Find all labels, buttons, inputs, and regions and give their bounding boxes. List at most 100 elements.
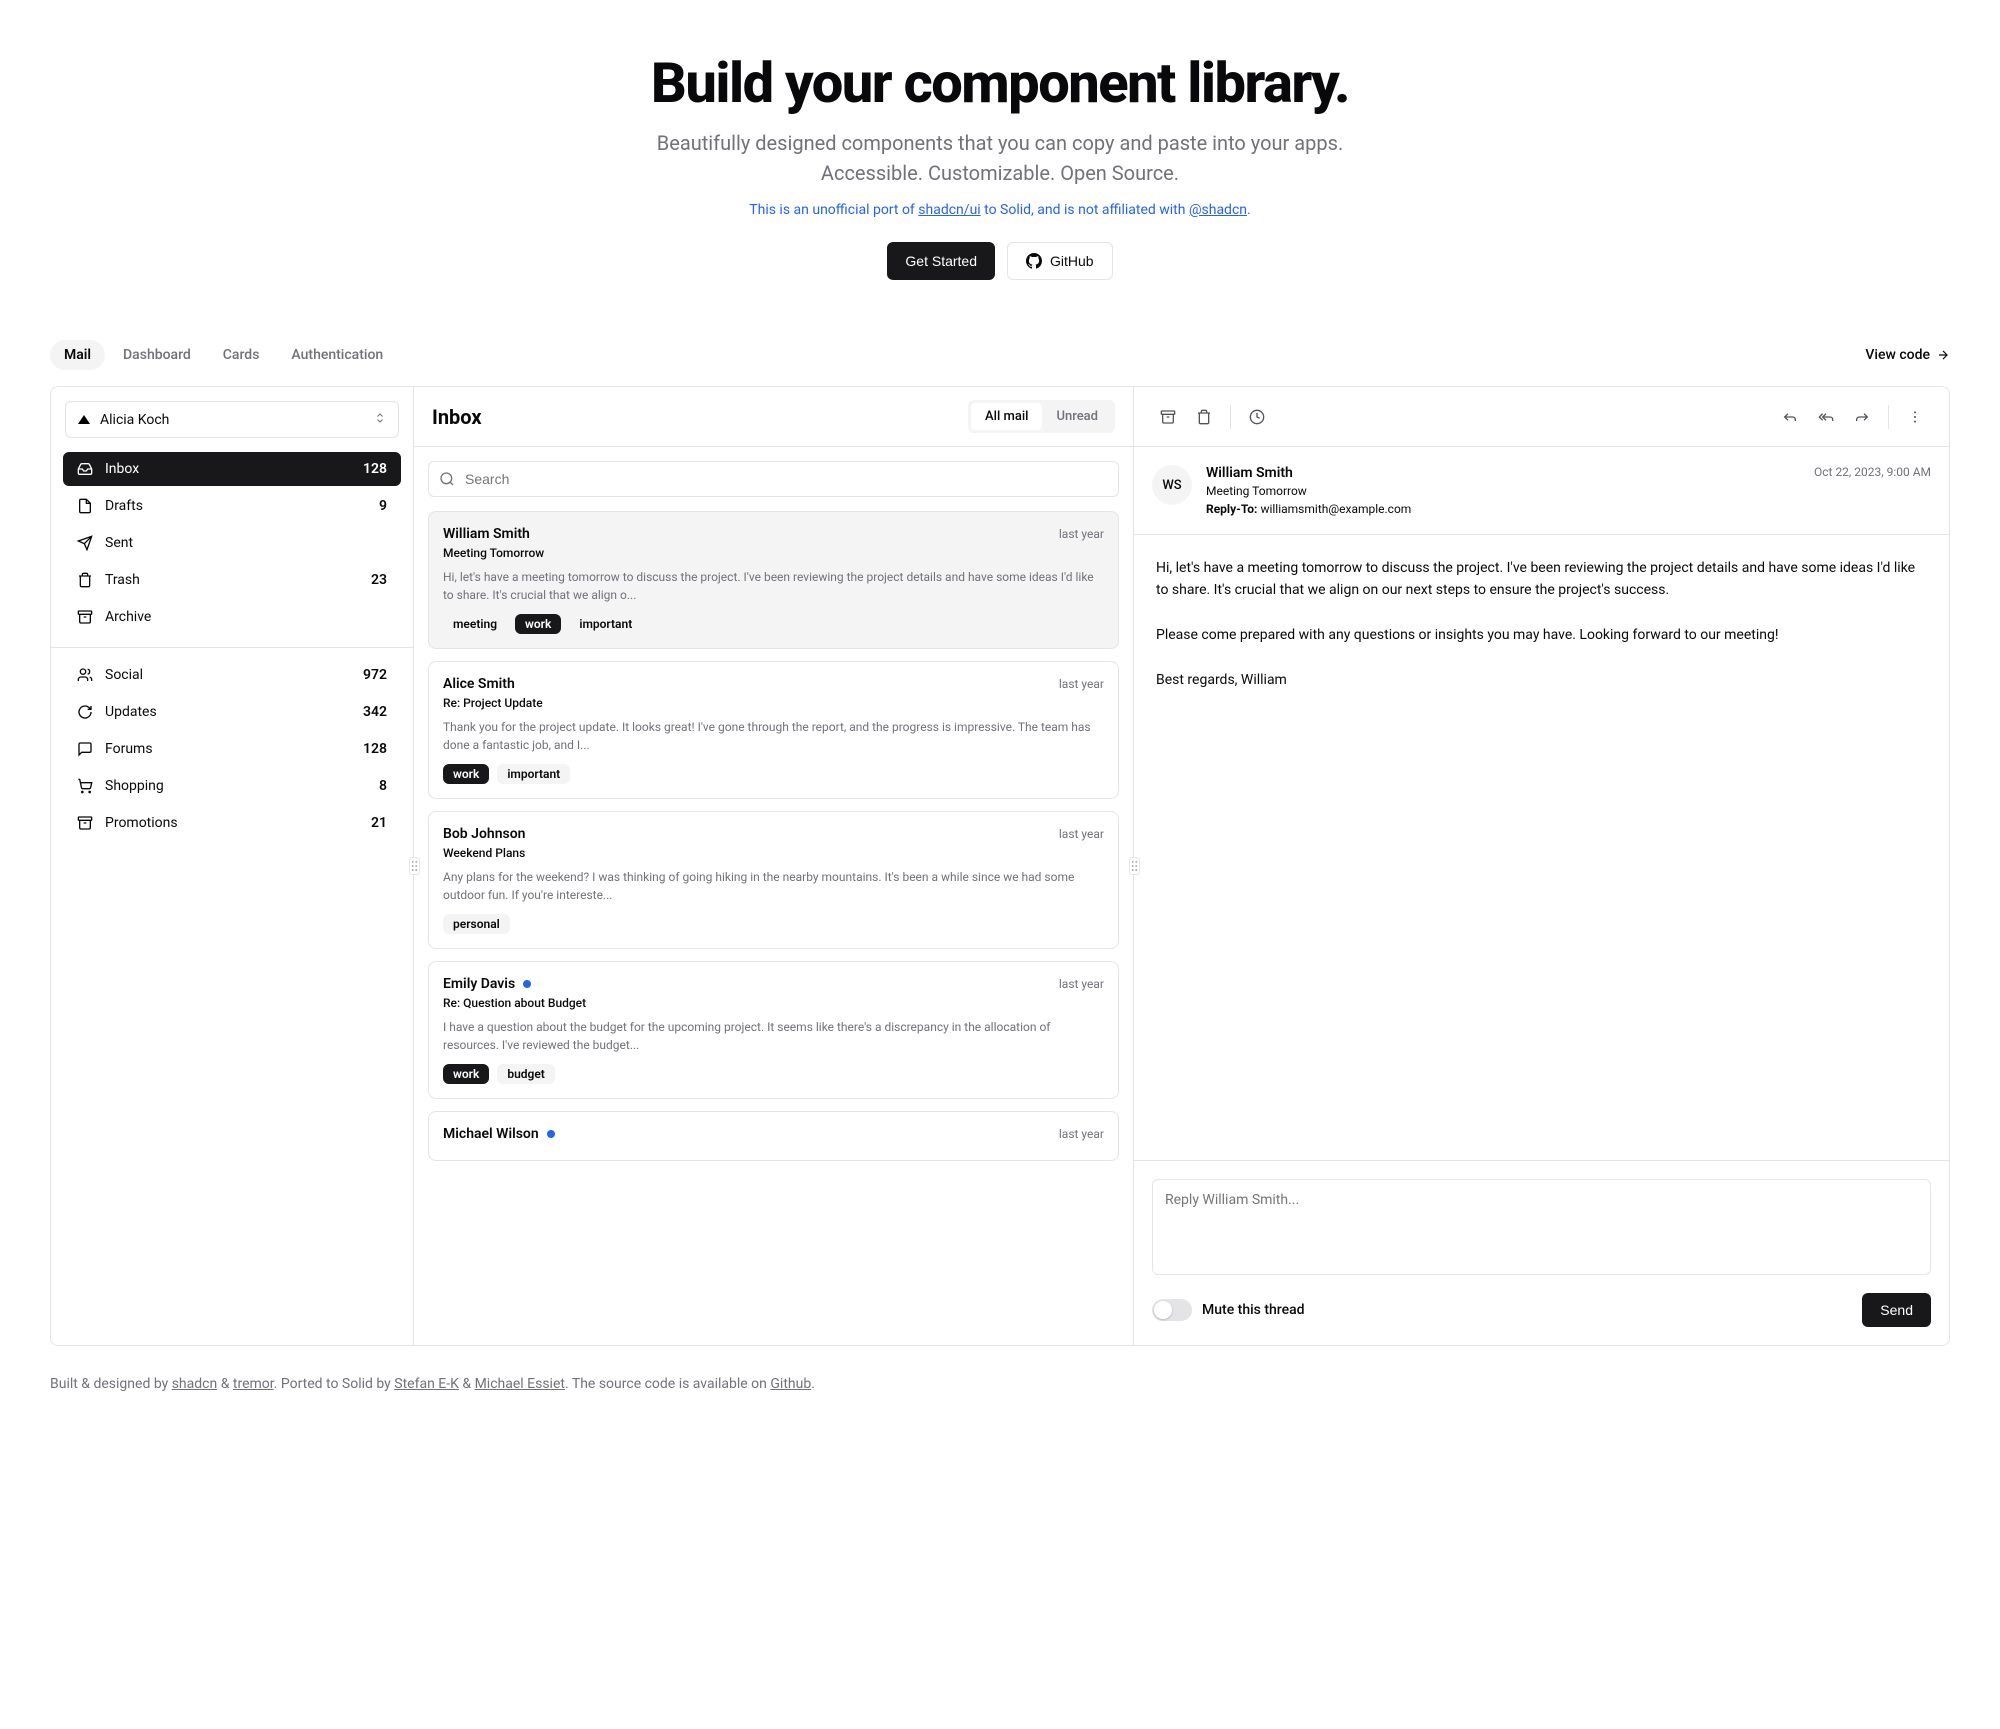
resize-handle-left[interactable] bbox=[409, 857, 420, 875]
mail-subject: Meeting Tomorrow bbox=[443, 546, 1104, 560]
reply-button[interactable] bbox=[1772, 399, 1808, 435]
mail-preview: Thank you for the project update. It loo… bbox=[443, 718, 1104, 754]
footer-tremor-link[interactable]: tremor bbox=[233, 1376, 274, 1392]
forums-icon bbox=[77, 741, 93, 757]
snooze-button[interactable] bbox=[1239, 399, 1275, 435]
sidebar-item-trash[interactable]: Trash23 bbox=[63, 563, 401, 597]
github-icon bbox=[1026, 253, 1042, 269]
account-name: Alicia Koch bbox=[100, 412, 169, 428]
sidebar-item-count: 128 bbox=[363, 461, 387, 477]
footer-shadcn-link[interactable]: shadcn bbox=[172, 1376, 218, 1392]
mail-item[interactable]: Michael Wilson last year bbox=[428, 1111, 1119, 1161]
footer-github-link[interactable]: Github bbox=[770, 1376, 811, 1392]
sidebar-item-inbox[interactable]: Inbox128 bbox=[63, 452, 401, 486]
clock-icon bbox=[1249, 409, 1265, 425]
github-button[interactable]: GitHub bbox=[1007, 242, 1113, 280]
sidebar-item-promotions[interactable]: Promotions 21 bbox=[63, 806, 401, 840]
hero-port-note: This is an unofficial port of shadcn/ui … bbox=[50, 202, 1950, 218]
more-vertical-icon bbox=[1907, 409, 1923, 425]
seg-all-mail[interactable]: All mail bbox=[971, 403, 1042, 430]
mail-subject: Re: Question about Budget bbox=[443, 996, 1104, 1010]
tab-mail[interactable]: Mail bbox=[50, 340, 105, 370]
shadcn-link[interactable]: @shadcn bbox=[1189, 202, 1247, 218]
account-switcher[interactable]: Alicia Koch bbox=[65, 401, 399, 438]
search-icon bbox=[439, 471, 455, 487]
view-code-link[interactable]: View code bbox=[1865, 347, 1950, 363]
message-body: Hi, let's have a meeting tomorrow to dis… bbox=[1134, 535, 1949, 1160]
sidebar-item-label: Sent bbox=[105, 535, 133, 551]
trash-button[interactable] bbox=[1186, 399, 1222, 435]
search-input[interactable] bbox=[428, 461, 1119, 497]
mute-switch[interactable] bbox=[1152, 1299, 1192, 1321]
sidebar-item-count: 9 bbox=[379, 498, 387, 514]
mail-subject: Weekend Plans bbox=[443, 846, 1104, 860]
mail-item[interactable]: William Smith last year Meeting Tomorrow Hi… bbox=[428, 511, 1119, 649]
sidebar-item-drafts[interactable]: Drafts 9 bbox=[63, 489, 401, 523]
shadcn-ui-link[interactable]: shadcn/ui bbox=[918, 202, 980, 218]
mail-preview: Hi, let's have a meeting tomorrow to dis… bbox=[443, 568, 1104, 604]
mail-preview: I have a question about the budget for t… bbox=[443, 1018, 1104, 1054]
sidebar-item-label: Promotions bbox=[105, 815, 178, 831]
sidebar-item-count: 21 bbox=[371, 815, 387, 831]
mail-time: last year bbox=[1059, 677, 1104, 691]
sidebar-item-social[interactable]: Social972 bbox=[63, 658, 401, 692]
reply-all-button[interactable] bbox=[1808, 399, 1844, 435]
updates-icon bbox=[77, 704, 93, 720]
forward-button[interactable] bbox=[1844, 399, 1880, 435]
mail-tag: personal bbox=[443, 914, 510, 934]
archive-icon bbox=[1160, 409, 1176, 425]
mail-tag: important bbox=[569, 614, 642, 634]
resize-handle-right[interactable] bbox=[1129, 857, 1140, 875]
message-subject: Meeting Tomorrow bbox=[1206, 484, 1800, 498]
social-icon bbox=[77, 667, 93, 683]
mute-label: Mute this thread bbox=[1202, 1302, 1305, 1318]
mail-item[interactable]: Emily Davis last yearRe: Question about … bbox=[428, 961, 1119, 1099]
hero-title: Build your component library. bbox=[50, 50, 1950, 116]
mail-filter-segmented: All mail Unread bbox=[968, 400, 1115, 433]
mail-item[interactable]: Alice Smithlast yearRe: Project UpdateTh… bbox=[428, 661, 1119, 799]
get-started-button[interactable]: Get Started bbox=[887, 242, 995, 280]
reply-icon bbox=[1782, 409, 1798, 425]
mail-from: Emily Davis bbox=[443, 976, 531, 992]
message-reply-to: Reply-To: williamsmith@example.com bbox=[1206, 502, 1800, 516]
mail-tag: meeting bbox=[443, 614, 507, 634]
mail-time: last year bbox=[1059, 527, 1104, 541]
archive-icon bbox=[77, 609, 93, 625]
mail-from: Michael Wilson bbox=[443, 1126, 555, 1142]
send-button[interactable]: Send bbox=[1862, 1293, 1931, 1327]
trash-icon bbox=[1196, 409, 1212, 425]
reply-textarea[interactable] bbox=[1152, 1179, 1931, 1275]
inbox-icon bbox=[77, 461, 93, 477]
reply-all-icon bbox=[1818, 409, 1834, 425]
sidebar-item-updates[interactable]: Updates342 bbox=[63, 695, 401, 729]
sidebar-item-sent[interactable]: Sent bbox=[63, 526, 401, 560]
more-button[interactable] bbox=[1897, 399, 1933, 435]
seg-unread[interactable]: Unread bbox=[1042, 403, 1112, 430]
archive-button[interactable] bbox=[1150, 399, 1186, 435]
mail-tag: important bbox=[497, 764, 570, 784]
hero-subtitle: Beautifully designed components that you… bbox=[640, 128, 1360, 188]
trash-icon bbox=[77, 572, 93, 588]
sidebar-item-label: Archive bbox=[105, 609, 151, 625]
footer-stefan-link[interactable]: Stefan E-K bbox=[394, 1376, 459, 1392]
footer-michael-link[interactable]: Michael Essiet bbox=[475, 1376, 565, 1392]
tab-authentication[interactable]: Authentication bbox=[277, 340, 397, 370]
sidebar-item-archive[interactable]: Archive bbox=[63, 600, 401, 634]
drafts-icon bbox=[77, 498, 93, 514]
forward-icon bbox=[1854, 409, 1870, 425]
mail-item[interactable]: Bob Johnsonlast yearWeekend PlansAny pla… bbox=[428, 811, 1119, 949]
inbox-title: Inbox bbox=[432, 405, 482, 429]
tab-cards[interactable]: Cards bbox=[209, 340, 274, 370]
message-date: Oct 22, 2023, 9:00 AM bbox=[1814, 465, 1931, 516]
mail-from: William Smith bbox=[443, 526, 530, 542]
sidebar-item-count: 23 bbox=[371, 572, 387, 588]
sidebar-item-label: Updates bbox=[105, 704, 157, 720]
sent-icon bbox=[77, 535, 93, 551]
sidebar-item-forums[interactable]: Forums128 bbox=[63, 732, 401, 766]
sidebar-item-shopping[interactable]: Shopping8 bbox=[63, 769, 401, 803]
account-logo-icon bbox=[78, 415, 90, 424]
tab-dashboard[interactable]: Dashboard bbox=[109, 340, 205, 370]
mail-tag: work bbox=[443, 764, 489, 784]
mail-tag: budget bbox=[497, 1064, 555, 1084]
sidebar-item-label: Drafts bbox=[105, 498, 143, 514]
